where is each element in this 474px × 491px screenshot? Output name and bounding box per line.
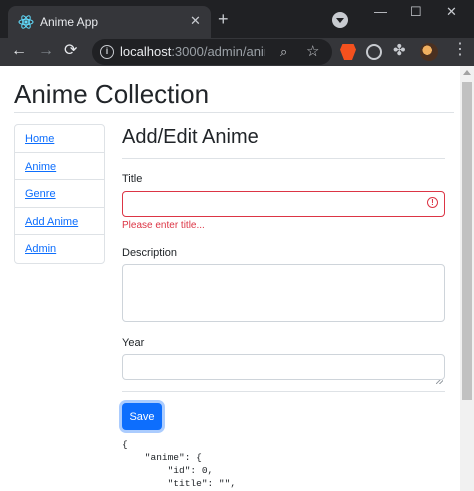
back-icon[interactable]: ←: [11, 42, 27, 60]
brave-extension-icon[interactable]: [340, 44, 356, 60]
header-divider: [14, 112, 454, 113]
maximize-icon[interactable]: ☐: [410, 4, 422, 20]
reload-icon[interactable]: ⟳: [64, 42, 77, 60]
browser-tab[interactable]: Anime App ✕: [8, 6, 211, 38]
invalid-icon: !: [427, 197, 438, 208]
sidebar-item-home[interactable]: Home: [15, 125, 104, 153]
tab-close-icon[interactable]: ✕: [190, 13, 201, 29]
title-label: Title: [122, 173, 143, 185]
debug-json-output: { "anime": { "id": 0, "title": "",: [122, 439, 237, 489]
chrome-tab-search-icon[interactable]: [332, 12, 348, 28]
page-scrollbar[interactable]: [460, 66, 474, 491]
profile-avatar[interactable]: [420, 43, 438, 61]
scrollbar-thumb[interactable]: [462, 82, 472, 400]
sidebar-item-genre[interactable]: Genre: [15, 180, 104, 208]
more-menu-icon[interactable]: ⋮: [452, 42, 468, 58]
browser-toolbar: ← → ⟳ i localhost:3000/admin/anime/l ⌕ ☆…: [0, 38, 474, 66]
form-divider: [122, 158, 445, 159]
minimize-icon[interactable]: —: [374, 4, 387, 20]
year-input[interactable]: [122, 354, 445, 380]
site-info-icon[interactable]: i: [100, 45, 114, 59]
url-text[interactable]: localhost:3000/admin/anime/l: [120, 44, 265, 60]
bookmark-star-icon[interactable]: ☆: [306, 42, 319, 60]
actions-divider: [122, 391, 445, 392]
zoom-icon[interactable]: ⌕: [280, 44, 287, 60]
sidebar-item-anime[interactable]: Anime: [15, 153, 104, 180]
globe-extension-icon[interactable]: [366, 44, 382, 60]
extensions-puzzle-icon[interactable]: ✤: [393, 43, 409, 59]
sidebar-item-add-anime[interactable]: Add Anime: [15, 208, 104, 235]
new-tab-button[interactable]: +: [218, 10, 229, 28]
description-textarea[interactable]: [122, 264, 445, 322]
address-bar[interactable]: i localhost:3000/admin/anime/l ⌕ ☆: [92, 39, 332, 65]
title-error-message: Please enter title...: [122, 220, 205, 231]
sidebar-item-admin[interactable]: Admin: [15, 235, 104, 263]
description-label: Description: [122, 247, 178, 259]
close-window-icon[interactable]: ✕: [446, 4, 457, 20]
url-host: localhost: [120, 44, 172, 59]
scroll-up-arrow-icon[interactable]: [463, 70, 471, 75]
year-label: Year: [122, 337, 145, 349]
forward-icon[interactable]: →: [38, 42, 54, 60]
browser-tab-bar: Anime App ✕ + — ☐ ✕: [0, 0, 474, 38]
react-icon: [18, 15, 34, 29]
url-path: :3000/admin/anime/l: [171, 44, 265, 59]
sidebar-nav: Home Anime Genre Add Anime Admin: [14, 124, 105, 264]
page-content: Anime Collection Home Anime Genre Add An…: [0, 66, 460, 491]
tab-title: Anime App: [40, 15, 99, 29]
form-heading: Add/Edit Anime: [122, 126, 259, 148]
save-button[interactable]: Save: [122, 403, 162, 430]
title-input[interactable]: [122, 191, 445, 217]
app-title: Anime Collection: [14, 79, 210, 109]
